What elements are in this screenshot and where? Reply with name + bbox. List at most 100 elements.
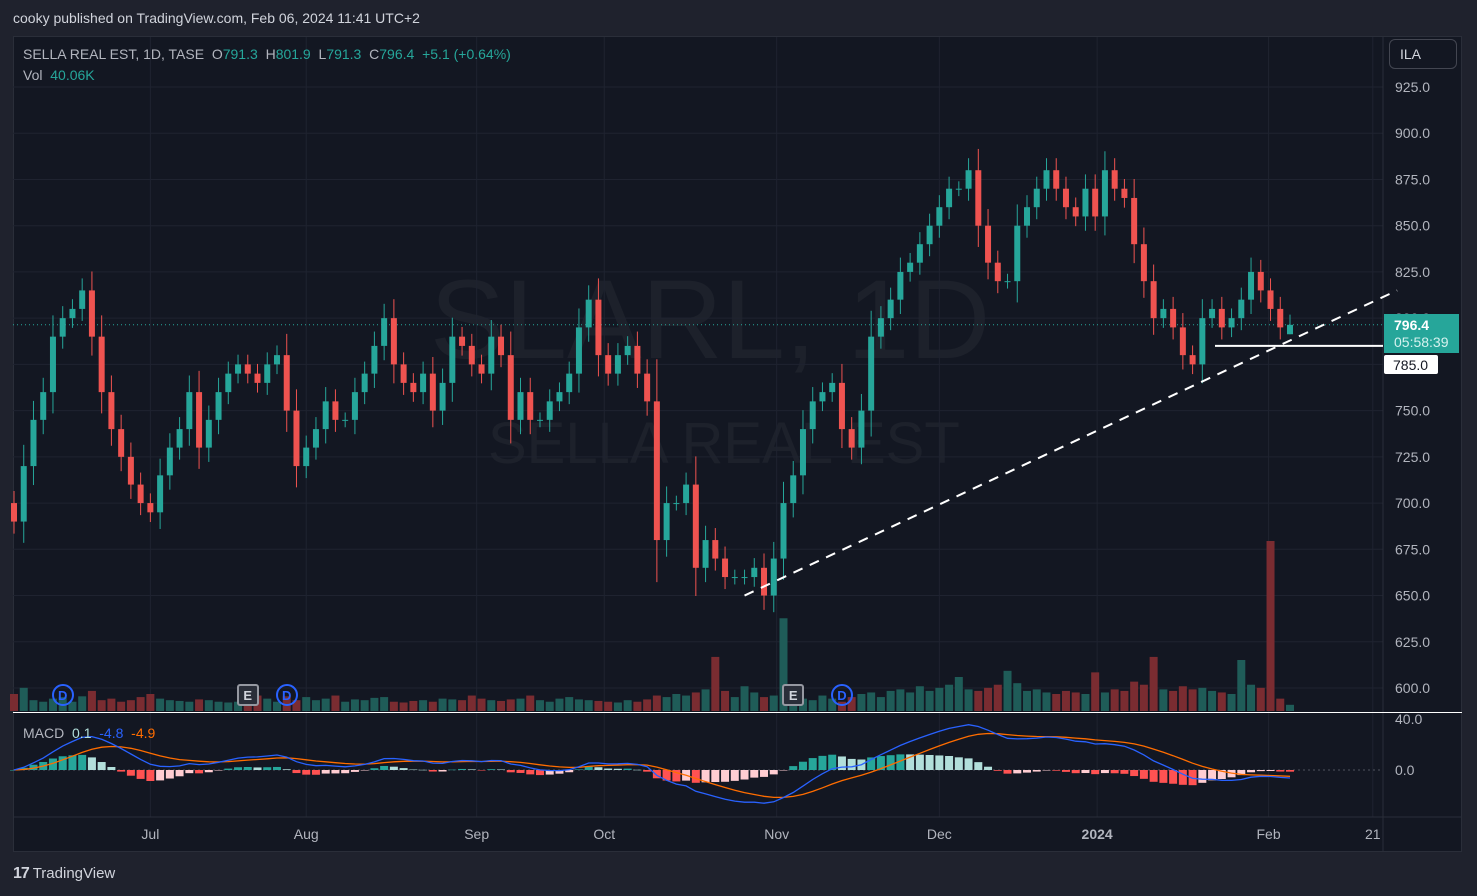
candle-body — [955, 188, 962, 190]
high-label: H — [265, 46, 276, 62]
candle — [1082, 174, 1089, 231]
candle-body — [118, 429, 125, 457]
macd-histogram-bar — [1247, 770, 1256, 773]
volume-bar — [1208, 690, 1217, 711]
volume-bar — [448, 699, 457, 711]
volume-bar — [458, 700, 467, 711]
macd-label[interactable]: MACD — [23, 725, 64, 741]
price-tick-label: 675.0 — [1395, 541, 1430, 557]
candle-body — [264, 364, 271, 383]
macd-histogram-bar — [526, 770, 535, 775]
volume-bar — [389, 701, 398, 711]
volume-bar — [1042, 692, 1051, 711]
macd-histogram-bar — [370, 768, 379, 770]
macd-histogram-bar — [1110, 770, 1119, 774]
candle — [897, 257, 904, 314]
candle — [40, 377, 47, 435]
candle-body — [877, 318, 884, 337]
volume-bar — [302, 697, 311, 711]
candle-body — [614, 355, 621, 374]
candle-body — [1024, 207, 1031, 226]
candle — [556, 382, 563, 412]
volume-bar — [1227, 694, 1236, 711]
earnings-marker[interactable]: E — [782, 684, 805, 706]
macd-histogram-bar — [613, 768, 622, 770]
dividend-marker[interactable]: D — [830, 684, 853, 706]
candle — [653, 359, 660, 583]
volume-bar — [711, 656, 720, 711]
dividend-marker[interactable]: D — [51, 684, 74, 706]
macd-histogram-bar — [224, 768, 233, 770]
candle-body — [351, 392, 358, 420]
candle-body — [400, 364, 407, 383]
price-tick-label: 725.0 — [1395, 449, 1430, 465]
candle-body — [1209, 308, 1216, 319]
volume-bar — [360, 700, 369, 711]
chart-canvas[interactable]: 925.0900.0875.0850.0825.0800.0775.0750.0… — [0, 0, 1477, 896]
candle — [449, 317, 456, 402]
low-value: 791.3 — [326, 46, 362, 62]
volume-bar — [662, 697, 671, 711]
candle-body — [98, 336, 105, 393]
candle-body — [644, 373, 651, 402]
candle-body — [1014, 225, 1021, 282]
currency-button[interactable]: ILA — [1389, 39, 1457, 69]
volume-bar — [370, 697, 379, 711]
candle — [30, 400, 37, 486]
volume-bar — [1003, 670, 1012, 711]
candle — [468, 333, 475, 377]
volume-bar — [506, 699, 515, 711]
symbol-name[interactable]: SELLA REAL EST, 1D, TASE — [23, 46, 204, 62]
candle — [819, 382, 826, 412]
candle-body — [770, 558, 777, 596]
candle-body — [108, 392, 115, 430]
volume-bar — [467, 695, 476, 711]
volume-bar — [204, 700, 213, 711]
volume-bar — [818, 695, 827, 711]
candle — [235, 354, 242, 384]
macd-histogram-bar — [350, 770, 359, 772]
volume-bar — [1188, 689, 1197, 711]
volume-bar — [10, 694, 18, 711]
candle — [254, 363, 261, 393]
time-tick-label: 2024 — [1082, 826, 1113, 842]
dividend-marker[interactable]: D — [275, 684, 298, 706]
candle-body — [712, 540, 719, 559]
candle-body — [498, 336, 505, 356]
candle — [137, 472, 144, 516]
candle — [546, 389, 553, 432]
candle-body — [1121, 188, 1128, 198]
candle-body — [926, 225, 933, 245]
tradingview-brand[interactable]: 17 TradingView — [13, 865, 115, 883]
volume-bar — [224, 702, 233, 711]
price-tick-label: 875.0 — [1395, 171, 1430, 187]
candle-body — [994, 262, 1001, 282]
candle — [575, 308, 582, 393]
open-label: O — [211, 46, 223, 62]
macd-histogram-bar — [126, 770, 135, 776]
candle-body — [1111, 170, 1118, 189]
candle — [303, 435, 310, 479]
candle — [361, 361, 368, 405]
candle-body — [390, 318, 397, 365]
candle-body — [225, 373, 232, 393]
candle — [780, 481, 787, 580]
macd-histogram-bar — [477, 770, 486, 771]
candle — [536, 412, 543, 428]
candle-body — [215, 392, 222, 420]
candle-body — [312, 429, 319, 448]
volume-bar — [867, 692, 876, 711]
candle-body — [858, 410, 865, 448]
volume-bar — [1061, 690, 1070, 711]
volume-bar — [721, 690, 730, 711]
candle-body — [283, 355, 290, 411]
earnings-marker[interactable]: E — [236, 684, 259, 706]
candle-body — [624, 345, 631, 356]
macd-histogram-bar — [97, 762, 106, 770]
macd-histogram-bar — [185, 770, 194, 774]
volume-bar — [1023, 690, 1032, 711]
candle — [1170, 296, 1177, 340]
macd-histogram-bar — [730, 770, 739, 781]
candle-body — [566, 373, 573, 393]
price-tick-label: 650.0 — [1395, 588, 1430, 604]
